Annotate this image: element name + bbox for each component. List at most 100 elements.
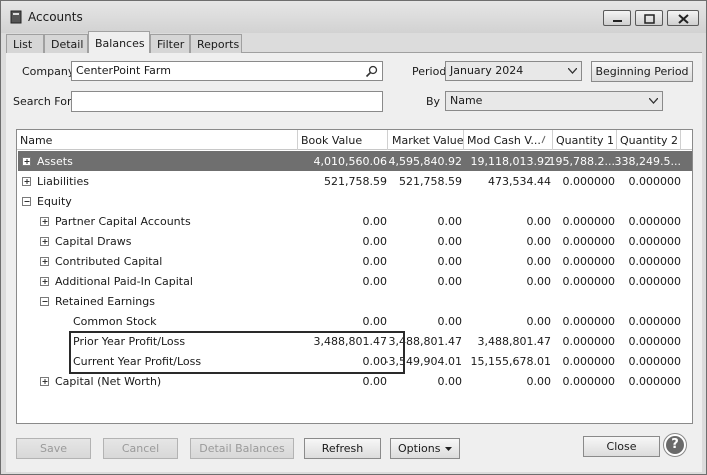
row-market-value: 0.00 <box>437 235 463 248</box>
column-header-mod-cash-value[interactable]: Mod Cash V... <box>467 134 541 147</box>
expand-icon[interactable] <box>22 177 31 186</box>
row-market-value: 0.00 <box>437 275 463 288</box>
expand-icon[interactable] <box>40 217 49 226</box>
expand-icon[interactable] <box>22 157 31 166</box>
row-name: Additional Paid-In Capital <box>55 275 193 288</box>
row-market-value: 0.00 <box>437 375 463 388</box>
dropdown-arrow-icon <box>445 447 452 451</box>
table-row-equity[interactable]: Equity <box>18 191 692 211</box>
company-label: Company <box>22 65 75 78</box>
table-row-retained-earnings[interactable]: Retained Earnings <box>18 291 692 311</box>
row-quantity-2: 0.000000 <box>628 275 682 288</box>
row-name: Equity <box>37 195 72 208</box>
chevron-down-icon <box>568 68 577 74</box>
refresh-button[interactable]: Refresh <box>304 438 381 459</box>
row-name: Partner Capital Accounts <box>55 215 191 228</box>
table-row-partner-capital-accounts[interactable]: Partner Capital Accounts 0.00 0.00 0.00 … <box>18 211 692 231</box>
table-row-capital-draws[interactable]: Capital Draws 0.00 0.00 0.00 0.000000 0.… <box>18 231 692 251</box>
expand-icon[interactable] <box>40 237 49 246</box>
row-quantity-2: 0.000000 <box>628 215 682 228</box>
row-quantity-1: 0.000000 <box>562 355 616 368</box>
by-label: By <box>426 95 441 108</box>
row-mod-cash-value: 0.00 <box>526 315 552 328</box>
row-mod-cash-value: 3,488,801.47 <box>477 335 551 348</box>
tab-detail[interactable]: Detail <box>44 34 88 53</box>
row-name: Capital Draws <box>55 235 132 248</box>
table-row-liabilities[interactable]: Liabilities 521,758.59 521,758.59 473,53… <box>18 171 692 191</box>
row-name: Liabilities <box>37 175 89 188</box>
table-row-contributed-capital[interactable]: Contributed Capital 0.00 0.00 0.00 0.000… <box>18 251 692 271</box>
sort-icon <box>541 135 546 144</box>
maximize-icon <box>644 14 655 24</box>
tab-filter[interactable]: Filter <box>150 34 190 53</box>
row-quantity-1: 0.000000 <box>562 255 616 268</box>
close-icon <box>678 14 689 24</box>
company-field[interactable]: CenterPoint Farm <box>71 61 383 81</box>
cancel-button[interactable]: Cancel <box>103 438 178 459</box>
row-quantity-1: 0.000000 <box>562 275 616 288</box>
column-header-book-value[interactable]: Book Value <box>301 134 362 147</box>
help-button[interactable]: ? <box>663 433 687 457</box>
row-quantity-2: 0.000000 <box>628 355 682 368</box>
minimize-button[interactable] <box>603 10 631 26</box>
row-quantity-1: 0.000000 <box>562 315 616 328</box>
options-button[interactable]: Options <box>390 438 460 459</box>
search-for-label: Search For <box>13 95 72 108</box>
row-market-value: 521,758.59 <box>399 175 462 188</box>
row-quantity-2: 0.000000 <box>628 235 682 248</box>
row-market-value: 0.00 <box>437 255 463 268</box>
table-row-additional-paid-in-capital[interactable]: Additional Paid-In Capital 0.00 0.00 0.0… <box>18 271 692 291</box>
chevron-down-icon <box>649 98 658 104</box>
row-name: Assets <box>37 155 73 168</box>
search-input[interactable] <box>71 91 383 112</box>
maximize-button[interactable] <box>635 10 663 26</box>
row-book-value: 0.00 <box>362 235 388 248</box>
tab-list[interactable]: List <box>6 34 44 53</box>
expand-icon[interactable] <box>40 277 49 286</box>
table-row-common-stock[interactable]: Common Stock 0.00 0.00 0.00 0.000000 0.0… <box>18 311 692 331</box>
column-header-market-value[interactable]: Market Value <box>392 134 464 147</box>
row-book-value: 0.00 <box>362 315 388 328</box>
detail-balances-button[interactable]: Detail Balances <box>190 438 294 459</box>
column-header-quantity-2[interactable]: Quantity 2 <box>620 134 678 147</box>
period-select[interactable]: January 2024 <box>445 61 582 81</box>
column-header-quantity-1[interactable]: Quantity 1 <box>556 134 614 147</box>
expand-icon[interactable] <box>40 377 49 386</box>
beginning-period-button[interactable]: Beginning Period <box>591 61 693 82</box>
search-icon[interactable] <box>365 65 378 78</box>
row-book-value: 0.00 <box>362 255 388 268</box>
title-bar: Accounts <box>1 1 706 33</box>
collapse-icon[interactable] <box>22 197 31 206</box>
tab-bar: List Detail Balances Filter Reports <box>6 31 702 54</box>
row-quantity-2: 0.000000 <box>628 335 682 348</box>
tab-balances[interactable]: Balances <box>88 31 150 54</box>
row-mod-cash-value: 19,118,013.92 <box>470 155 551 168</box>
app-book-icon <box>10 10 22 24</box>
row-quantity-1: 0.000000 <box>562 215 616 228</box>
column-header-name[interactable]: Name <box>20 134 52 147</box>
row-quantity-2: 0.000000 <box>628 175 682 188</box>
row-market-value: 0.00 <box>437 315 463 328</box>
by-select[interactable]: Name <box>445 91 663 111</box>
row-mod-cash-value: 0.00 <box>526 375 552 388</box>
row-quantity-1: 0.000000 <box>562 335 616 348</box>
close-button[interactable]: Close <box>583 436 660 457</box>
grid-header: Name Book Value Market Value Mod Cash V.… <box>17 130 692 150</box>
row-book-value: 0.00 <box>362 275 388 288</box>
balances-grid[interactable]: Name Book Value Market Value Mod Cash V.… <box>16 129 693 424</box>
table-row-assets[interactable]: Assets 4,010,560.06 4,595,840.92 19,118,… <box>18 151 692 171</box>
collapse-icon[interactable] <box>40 297 49 306</box>
table-row-capital-net-worth[interactable]: Capital (Net Worth) 0.00 0.00 0.00 0.000… <box>18 371 692 391</box>
row-mod-cash-value: 0.00 <box>526 235 552 248</box>
expand-icon[interactable] <box>40 257 49 266</box>
row-market-value: 0.00 <box>437 215 463 228</box>
row-name: Retained Earnings <box>55 295 155 308</box>
row-mod-cash-value: 0.00 <box>526 255 552 268</box>
row-book-value: 521,758.59 <box>324 175 387 188</box>
row-book-value: 0.00 <box>362 215 388 228</box>
close-window-button[interactable] <box>667 10 699 26</box>
row-quantity-1: 0.000000 <box>562 375 616 388</box>
save-button[interactable]: Save <box>16 438 91 459</box>
period-label: Period <box>412 65 447 78</box>
tab-reports[interactable]: Reports <box>190 34 242 53</box>
